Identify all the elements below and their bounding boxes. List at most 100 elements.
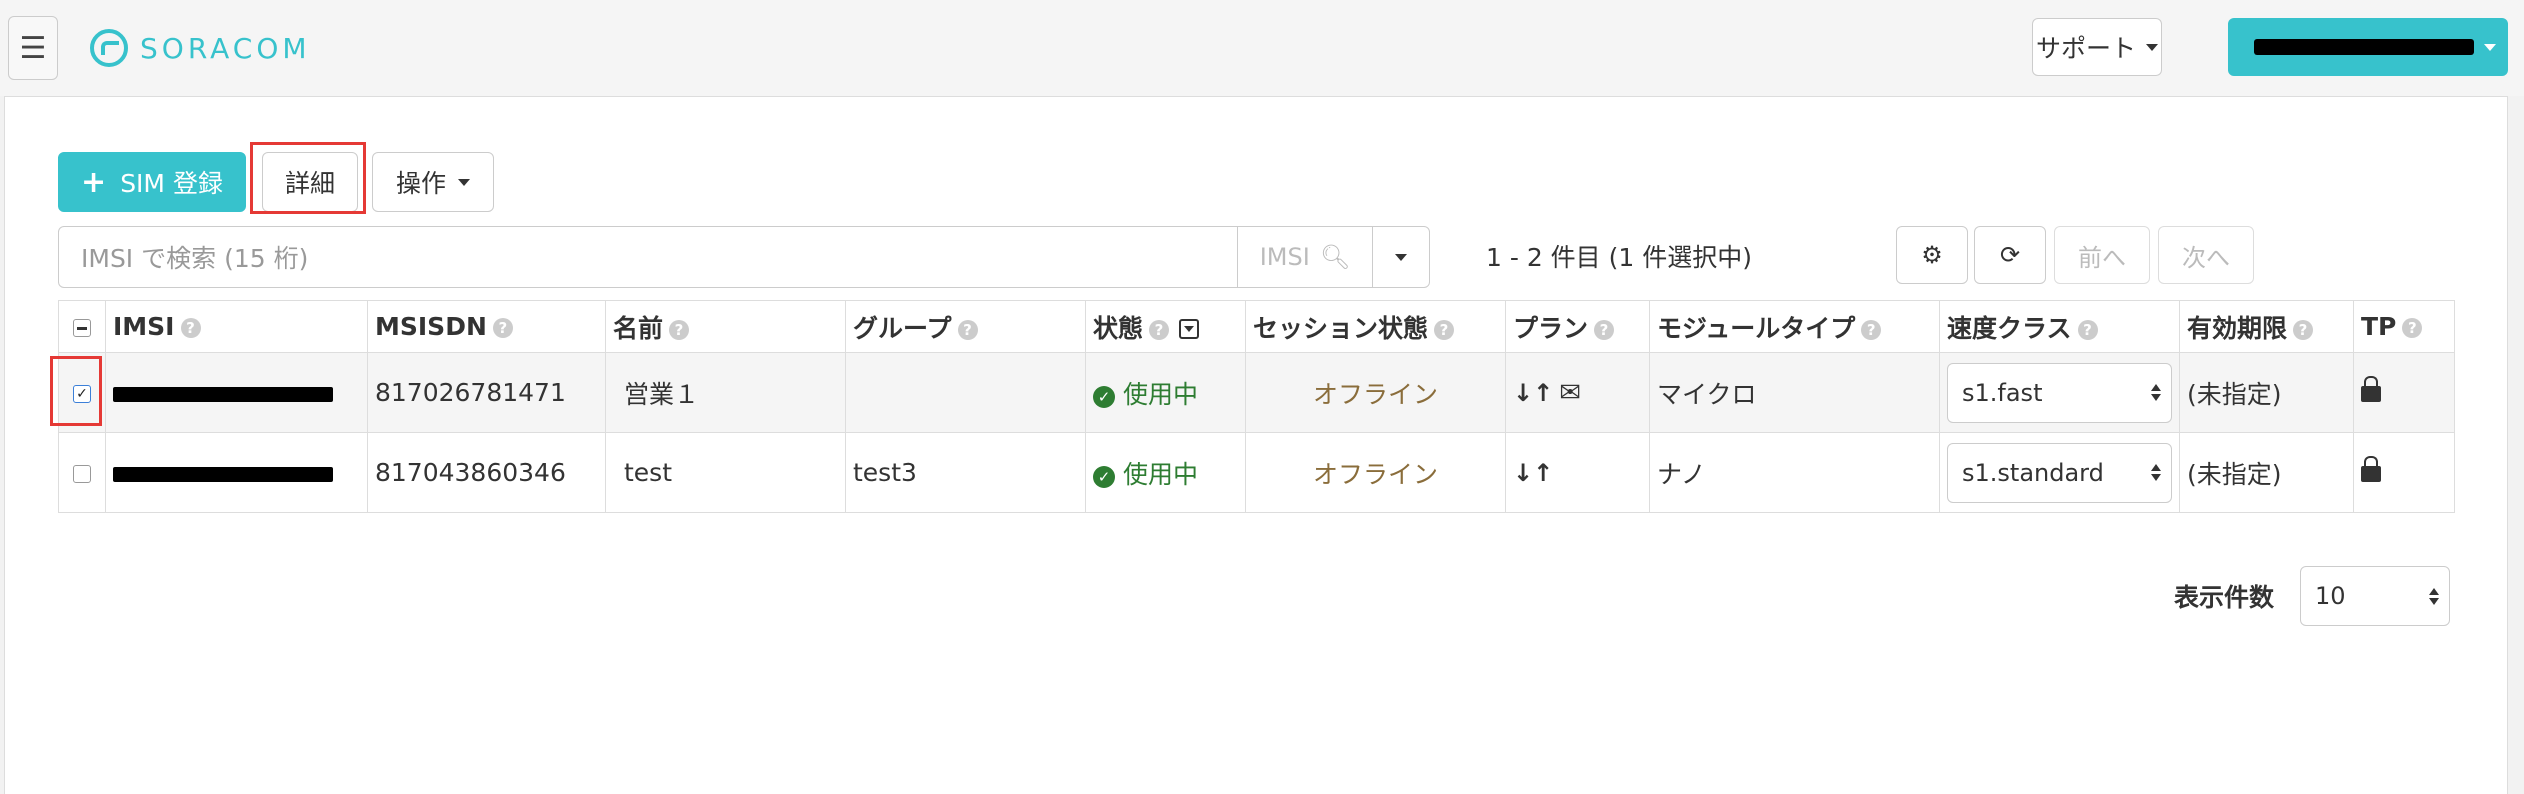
select-arrows-icon: [2151, 384, 2161, 401]
gear-icon: ⚙: [1921, 241, 1943, 269]
speed-class-select[interactable]: s1.fast: [1947, 362, 2172, 423]
name-cell[interactable]: 営業１: [605, 352, 846, 433]
per-page-value: 10: [2315, 582, 2346, 610]
plus-icon: +: [81, 164, 107, 200]
tp-cell[interactable]: [2353, 352, 2455, 433]
header-msisdn[interactable]: MSISDN?: [367, 300, 606, 353]
help-icon: ?: [669, 319, 690, 340]
lock-icon: [2361, 375, 2381, 402]
module-cell: ナノ: [1649, 432, 1940, 513]
help-icon: ?: [957, 319, 978, 340]
header-imsi[interactable]: IMSI?: [105, 300, 368, 353]
header-module[interactable]: モジュールタイプ?: [1649, 300, 1940, 353]
data-transfer-icon: ↓↑: [1513, 378, 1554, 407]
group-cell[interactable]: [845, 352, 1086, 433]
session-cell: オフライン: [1245, 432, 1506, 513]
imsi-cell: [105, 352, 368, 433]
help-icon: ?: [2077, 319, 2098, 340]
details-highlight-box: [250, 142, 366, 214]
plan-cell: ↓↑ ✉: [1505, 352, 1650, 433]
top-navbar: ☰ SORACOM サポート: [0, 0, 2524, 96]
header-expiry[interactable]: 有効期限?: [2179, 300, 2354, 353]
tp-cell[interactable]: [2353, 432, 2455, 513]
support-dropdown[interactable]: サポート: [2032, 18, 2162, 76]
search-type-label: IMSI: [1259, 243, 1310, 271]
per-page-select[interactable]: 10: [2300, 566, 2450, 626]
prev-label: 前へ: [2078, 243, 2126, 272]
help-icon: ?: [1434, 319, 1455, 340]
msisdn-cell: 817043860346: [367, 432, 606, 513]
module-cell: マイクロ: [1649, 352, 1940, 433]
imsi-search-input[interactable]: IMSI で検索 (15 桁): [58, 226, 1238, 288]
actions-label: 操作: [395, 169, 446, 198]
add-sim-button[interactable]: + SIM 登録: [58, 152, 246, 212]
checkbox-highlight-box: [50, 356, 102, 426]
table-header-row: IMSI? MSISDN? 名前? グループ? 状態? セッション状態? プラン…: [58, 300, 2455, 353]
filter-dropdown-icon[interactable]: [1179, 318, 1200, 339]
header-tp[interactable]: TP?: [2353, 300, 2455, 353]
sms-envelope-icon: ✉: [1559, 377, 1582, 408]
help-icon: ?: [1149, 319, 1170, 340]
select-all-checkbox[interactable]: [73, 319, 91, 337]
caret-down-icon: [1395, 253, 1407, 261]
caret-down-icon: [2146, 43, 2158, 51]
table-row[interactable]: 817043860346 test test3 ✓ 使用中 オフライン ↓↑ ナノ…: [58, 432, 2455, 513]
plan-cell: ↓↑: [1505, 432, 1650, 513]
header-name[interactable]: 名前?: [605, 300, 846, 353]
header-session[interactable]: セッション状態?: [1245, 300, 1506, 353]
refresh-icon: ⟳: [1999, 241, 2021, 269]
speed-cell: s1.standard: [1939, 432, 2180, 513]
imsi-cell: [105, 432, 368, 513]
help-icon: ?: [492, 318, 513, 338]
menu-button[interactable]: ☰: [8, 16, 58, 80]
name-cell[interactable]: test: [605, 432, 846, 513]
user-menu-dropdown[interactable]: [2228, 18, 2508, 76]
lock-icon: [2361, 455, 2381, 482]
search-type-dropdown[interactable]: [1372, 226, 1430, 288]
check-circle-icon: ✓: [1093, 385, 1115, 408]
search-icon: 🔍︎: [1319, 243, 1351, 271]
redacted-imsi: [113, 386, 333, 402]
caret-down-icon: [458, 178, 470, 186]
result-range-text: 1 - 2 件目 (1 件選択中): [1486, 243, 1752, 272]
settings-button[interactable]: ⚙: [1896, 226, 1968, 284]
help-icon: ?: [1861, 319, 1882, 340]
header-plan[interactable]: プラン?: [1505, 300, 1650, 353]
search-type-button[interactable]: IMSI 🔍︎: [1237, 226, 1373, 288]
row-checkbox[interactable]: [73, 465, 91, 483]
row-select-cell: [58, 432, 106, 513]
speed-class-select[interactable]: s1.standard: [1947, 442, 2172, 503]
group-cell[interactable]: test3: [845, 432, 1086, 513]
brand-logo[interactable]: SORACOM: [90, 26, 311, 70]
prev-page-button[interactable]: 前へ: [2054, 226, 2150, 284]
select-all-cell: [58, 300, 106, 353]
speed-class-value: s1.fast: [1962, 378, 2043, 407]
header-status[interactable]: 状態?: [1085, 300, 1246, 353]
help-icon: ?: [2293, 319, 2314, 340]
status-cell: ✓ 使用中: [1085, 432, 1246, 513]
add-sim-label: SIM 登録: [120, 169, 223, 198]
check-circle-icon: ✓: [1093, 465, 1115, 488]
next-page-button[interactable]: 次へ: [2158, 226, 2254, 284]
actions-dropdown[interactable]: 操作: [372, 152, 494, 212]
hamburger-icon: ☰: [19, 30, 47, 66]
select-arrows-icon: [2429, 587, 2439, 605]
per-page-label: 表示件数: [2174, 583, 2275, 612]
sim-table: IMSI? MSISDN? 名前? グループ? 状態? セッション状態? プラン…: [58, 300, 2455, 513]
expiry-cell[interactable]: (未指定): [2179, 352, 2354, 433]
help-icon: ?: [180, 318, 201, 338]
refresh-button[interactable]: ⟳: [1974, 226, 2046, 284]
header-group[interactable]: グループ?: [845, 300, 1086, 353]
status-cell: ✓ 使用中: [1085, 352, 1246, 433]
caret-down-icon: [2484, 43, 2496, 51]
msisdn-cell: 817026781471: [367, 352, 606, 433]
redacted-user-email: [2254, 39, 2474, 55]
table-row[interactable]: ✓ 817026781471 営業１ ✓ 使用中 オフライン ↓↑ ✉ マイクロ s…: [58, 352, 2455, 433]
header-speed[interactable]: 速度クラス?: [1939, 300, 2180, 353]
expiry-cell[interactable]: (未指定): [2179, 432, 2354, 513]
soracom-logo-icon: [90, 29, 128, 67]
next-label: 次へ: [2182, 243, 2230, 272]
select-arrows-icon: [2151, 464, 2161, 481]
help-icon: ?: [1594, 319, 1615, 340]
session-cell: オフライン: [1245, 352, 1506, 433]
